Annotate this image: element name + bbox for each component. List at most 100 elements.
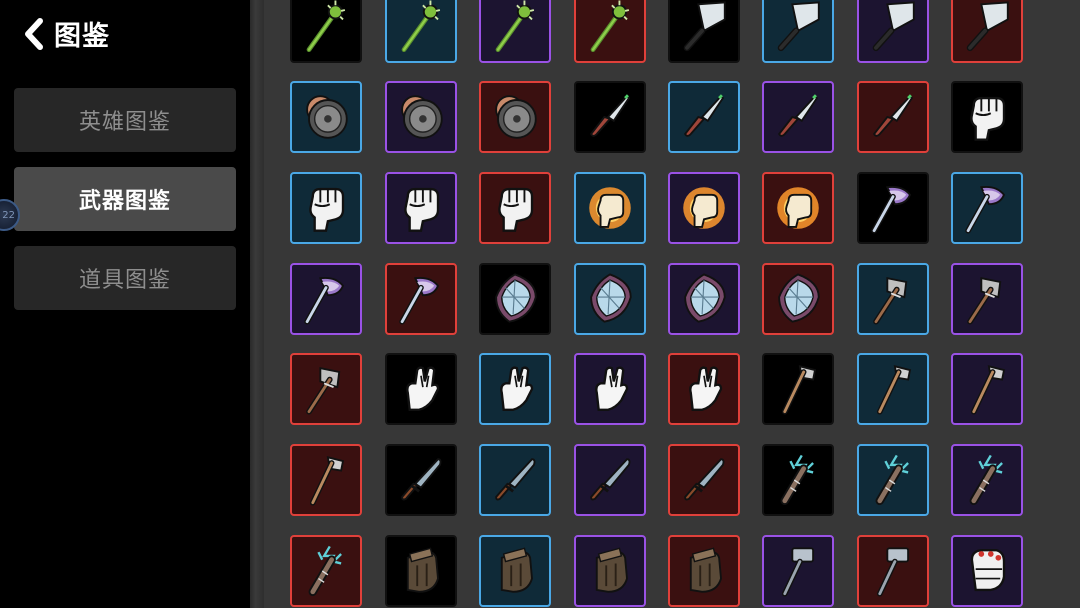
boxing-glove-icon: [970, 549, 1006, 592]
fist-icon: [970, 96, 1006, 141]
weapon-slot[interactable]: [479, 444, 551, 516]
weapon-slot[interactable]: [668, 81, 740, 153]
weapon-slot[interactable]: [479, 81, 551, 153]
weapon-slot[interactable]: [762, 535, 834, 607]
fist-icon: [404, 187, 440, 232]
weapon-slot[interactable]: [668, 0, 740, 63]
lightning-club-icon: [308, 545, 342, 597]
weapon-slot[interactable]: [668, 263, 740, 335]
crystal-shield-icon: [495, 273, 537, 323]
weapon-slot[interactable]: [762, 81, 834, 153]
leather-glove-icon: [500, 547, 533, 593]
weapon-slot[interactable]: [290, 353, 362, 425]
flaming-fist-icon: [589, 187, 631, 229]
weapon-slot[interactable]: [668, 535, 740, 607]
back-button[interactable]: 图鉴: [22, 14, 110, 53]
weapon-slot[interactable]: [857, 444, 929, 516]
saw-blade-icon: [495, 95, 537, 139]
nav-hero-codex[interactable]: 英雄图鉴: [14, 88, 236, 152]
weapon-slot[interactable]: [479, 172, 551, 244]
weapon-slot[interactable]: [668, 353, 740, 425]
weapon-slot[interactable]: [290, 263, 362, 335]
weapon-slot[interactable]: [385, 172, 457, 244]
leather-glove-icon: [595, 547, 628, 593]
weapon-slot[interactable]: [857, 353, 929, 425]
weapon-slot[interactable]: [385, 0, 457, 63]
crystal-shield-icon: [684, 273, 726, 323]
weapon-slot[interactable]: [574, 0, 646, 63]
weapon-slot[interactable]: [290, 444, 362, 516]
crystal-shield-icon: [778, 273, 820, 323]
saw-blade-icon: [306, 95, 348, 139]
weapon-slot[interactable]: [857, 0, 929, 63]
weapon-slot[interactable]: [479, 0, 551, 63]
weapon-slot[interactable]: [857, 263, 929, 335]
weapon-slot[interactable]: [857, 535, 929, 607]
flaming-fist-icon: [777, 187, 819, 229]
nav-item-codex[interactable]: 道具图鉴: [14, 246, 236, 310]
chevron-left-icon: [25, 17, 43, 50]
weapon-slot[interactable]: [385, 353, 457, 425]
weapon-slot[interactable]: [951, 263, 1023, 335]
open-hand-icon: [595, 366, 629, 411]
hatchet-icon: [876, 365, 912, 415]
weapon-slot[interactable]: [668, 172, 740, 244]
weapon-slot[interactable]: [951, 353, 1023, 425]
open-hand-icon: [500, 366, 534, 411]
magic-axe-icon: [965, 185, 1006, 234]
weapon-slot[interactable]: [479, 263, 551, 335]
weapon-slot[interactable]: [290, 535, 362, 607]
machete-icon: [401, 458, 442, 501]
weapon-slot[interactable]: [951, 0, 1023, 63]
nav-weapon-codex[interactable]: 武器图鉴: [14, 167, 236, 231]
weapon-slot[interactable]: [385, 81, 457, 153]
fist-icon: [309, 187, 345, 232]
sidebar: 图鉴 英雄图鉴 武器图鉴 道具图鉴 22: [0, 0, 250, 608]
weapon-slot[interactable]: [290, 81, 362, 153]
machete-icon: [590, 458, 631, 501]
knife-icon: [589, 94, 631, 137]
weapon-slot[interactable]: [385, 535, 457, 607]
knife-icon: [777, 94, 819, 137]
weapon-slot[interactable]: [574, 353, 646, 425]
weapon-slot[interactable]: [385, 444, 457, 516]
knife-icon: [683, 94, 725, 137]
weapon-slot[interactable]: [951, 172, 1023, 244]
weapon-slot[interactable]: [857, 81, 929, 153]
weapon-slot[interactable]: [857, 172, 929, 244]
spiked-club-icon: [495, 0, 535, 53]
weapon-slot[interactable]: [574, 535, 646, 607]
weapon-slot[interactable]: [574, 81, 646, 153]
magic-axe-icon: [399, 276, 440, 325]
cleaver-icon: [966, 1, 1009, 52]
open-hand-icon: [406, 366, 440, 411]
weapon-slot[interactable]: [385, 263, 457, 335]
weapon-slot[interactable]: [762, 444, 834, 516]
weapon-slot[interactable]: [479, 353, 551, 425]
weapon-grid-panel[interactable]: [264, 0, 1080, 608]
weapon-slot[interactable]: [762, 172, 834, 244]
weapon-slot[interactable]: [574, 263, 646, 335]
weapon-slot[interactable]: [290, 0, 362, 63]
spiked-club-icon: [306, 0, 346, 53]
stone-axe-icon: [306, 367, 341, 415]
weapon-slot[interactable]: [574, 444, 646, 516]
weapon-slot[interactable]: [762, 263, 834, 335]
weapon-slot[interactable]: [951, 81, 1023, 153]
weapon-slot[interactable]: [574, 172, 646, 244]
weapon-slot[interactable]: [762, 353, 834, 425]
weapon-slot[interactable]: [668, 444, 740, 516]
weapon-slot[interactable]: [762, 0, 834, 63]
lightning-club-icon: [780, 454, 814, 506]
stone-axe-icon: [873, 277, 908, 325]
magic-axe-icon: [304, 276, 345, 325]
magic-axe-icon: [871, 185, 912, 234]
flaming-fist-icon: [683, 187, 725, 229]
weapon-slot[interactable]: [290, 172, 362, 244]
weapon-slot[interactable]: [951, 535, 1023, 607]
knife-icon: [872, 94, 914, 137]
weapon-slot[interactable]: [951, 444, 1023, 516]
weapon-slot[interactable]: [479, 535, 551, 607]
hammer-icon: [781, 547, 815, 597]
saw-blade-icon: [401, 95, 443, 139]
